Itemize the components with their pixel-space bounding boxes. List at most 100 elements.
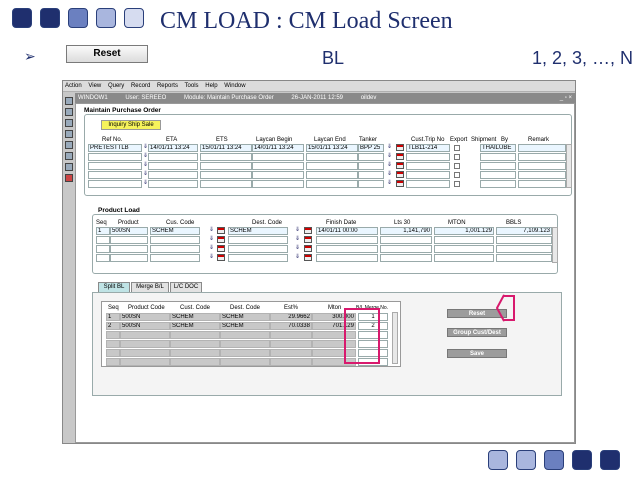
list-of-values-icon[interactable]: ⇓ xyxy=(142,171,149,178)
finish-date-field[interactable] xyxy=(316,254,378,262)
ets-field[interactable] xyxy=(200,171,252,179)
menu-query[interactable]: Query xyxy=(108,83,124,89)
dest-code-field[interactable] xyxy=(220,340,270,348)
bbls-field[interactable] xyxy=(496,236,552,244)
product-code-field[interactable]: 500SN xyxy=(120,313,170,321)
est-pct-field[interactable]: 29.9662 xyxy=(270,313,312,321)
list-of-values-icon[interactable]: ⇓ xyxy=(386,153,393,160)
list-of-values-icon[interactable]: ⇓ xyxy=(386,144,393,151)
menu-action[interactable]: Action xyxy=(65,83,82,89)
calendar-icon[interactable] xyxy=(396,153,404,160)
next-icon[interactable] xyxy=(65,130,73,138)
calendar-icon[interactable] xyxy=(304,236,312,243)
list-of-values-icon[interactable]: ⇓ xyxy=(294,236,301,243)
mton-field[interactable]: 1,001.129 xyxy=(434,227,494,235)
tanker-field[interactable]: BPP 25 xyxy=(358,144,384,152)
by-field[interactable] xyxy=(480,171,516,179)
menu-window[interactable]: Window xyxy=(224,83,245,89)
remark-field[interactable] xyxy=(518,144,566,152)
list-of-values-icon[interactable]: ⇓ xyxy=(142,180,149,187)
export-checkbox[interactable] xyxy=(454,154,460,160)
tab-lc-doc[interactable]: L/C DOC xyxy=(170,282,202,292)
est-pct-field[interactable]: 70.0338 xyxy=(270,322,312,330)
window-controls[interactable]: _ ▫ × xyxy=(560,93,572,103)
product-field[interactable]: 500SN xyxy=(110,227,148,235)
purchase-order-scrollbar[interactable] xyxy=(566,144,572,188)
remark-field[interactable] xyxy=(518,153,566,161)
ref-no-field[interactable] xyxy=(88,180,142,188)
finish-date-field[interactable]: 14/01/11 00:00 xyxy=(316,227,378,235)
split-bl-scrollbar[interactable] xyxy=(392,312,398,364)
laycan-end-field[interactable] xyxy=(306,153,358,161)
laycan-end-field[interactable] xyxy=(306,162,358,170)
mton-field[interactable] xyxy=(434,254,494,262)
cust-trip-no-field[interactable] xyxy=(406,162,450,170)
eta-field[interactable] xyxy=(148,171,198,179)
menu-tools[interactable]: Tools xyxy=(185,83,199,89)
list-of-values-icon[interactable]: ⇓ xyxy=(386,180,393,187)
seq-field[interactable] xyxy=(106,340,120,348)
remark-field[interactable] xyxy=(518,180,566,188)
cus-code-field[interactable] xyxy=(150,245,200,253)
print-icon[interactable] xyxy=(65,108,73,116)
list-of-values-icon[interactable]: ⇓ xyxy=(208,245,215,252)
laycan-begin-field[interactable] xyxy=(252,180,304,188)
cus-code-field[interactable]: SCHEM xyxy=(150,227,200,235)
product-code-field[interactable]: 500SN xyxy=(120,322,170,330)
dest-code-field[interactable] xyxy=(220,358,270,366)
est-pct-field[interactable] xyxy=(270,331,312,339)
product-code-field[interactable] xyxy=(120,340,170,348)
eta-field[interactable] xyxy=(148,162,198,170)
tanker-field[interactable] xyxy=(358,171,384,179)
product-code-field[interactable] xyxy=(120,349,170,357)
insert-icon[interactable] xyxy=(65,152,73,160)
dest-code-field[interactable] xyxy=(228,245,288,253)
ref-no-field[interactable] xyxy=(88,153,142,161)
cust-code-field[interactable]: SCHEM xyxy=(170,322,220,330)
ref-no-field[interactable]: PRETESTTLB xyxy=(88,144,142,152)
laycan-end-field[interactable]: 15/01/11 13:24 xyxy=(306,144,358,152)
ets-field[interactable] xyxy=(200,180,252,188)
product-load-scrollbar[interactable] xyxy=(552,227,558,263)
calendar-icon[interactable] xyxy=(217,254,225,261)
dest-code-field[interactable] xyxy=(228,254,288,262)
list-of-values-icon[interactable]: ⇓ xyxy=(208,227,215,234)
dest-code-field[interactable] xyxy=(220,349,270,357)
bbls-field[interactable] xyxy=(496,254,552,262)
cust-code-field[interactable] xyxy=(170,331,220,339)
tab-merge-bl[interactable]: Merge B/L xyxy=(131,282,169,292)
list-of-values-icon[interactable]: ⇓ xyxy=(142,153,149,160)
cus-code-field[interactable] xyxy=(150,254,200,262)
by-field[interactable] xyxy=(480,162,516,170)
seq-field[interactable] xyxy=(106,358,120,366)
cust-trip-no-field[interactable] xyxy=(406,180,450,188)
seq-field[interactable]: 1 xyxy=(106,313,120,321)
cust-code-field[interactable] xyxy=(170,349,220,357)
product-code-field[interactable] xyxy=(120,358,170,366)
group-cust-dest-button[interactable]: Group Cust/Dest xyxy=(447,328,507,337)
list-of-values-icon[interactable]: ⇓ xyxy=(142,162,149,169)
seq-field[interactable] xyxy=(96,245,110,253)
by-field[interactable] xyxy=(480,153,516,161)
calendar-icon[interactable] xyxy=(304,254,312,261)
export-checkbox[interactable] xyxy=(454,145,460,151)
list-of-values-icon[interactable]: ⇓ xyxy=(294,254,301,261)
dest-code-field[interactable]: SCHEM xyxy=(220,313,270,321)
calendar-icon[interactable] xyxy=(396,144,404,151)
list-of-values-icon[interactable]: ⇓ xyxy=(294,227,301,234)
calendar-icon[interactable] xyxy=(396,171,404,178)
product-field[interactable] xyxy=(110,245,148,253)
dest-code-field[interactable] xyxy=(220,331,270,339)
menu-view[interactable]: View xyxy=(88,83,101,89)
seq-field[interactable] xyxy=(96,236,110,244)
product-code-field[interactable] xyxy=(120,331,170,339)
by-field[interactable] xyxy=(480,180,516,188)
tanker-field[interactable] xyxy=(358,153,384,161)
delete-icon[interactable] xyxy=(65,163,73,171)
lts30-field[interactable] xyxy=(380,245,432,253)
menu-help[interactable]: Help xyxy=(205,83,217,89)
laycan-begin-field[interactable] xyxy=(252,162,304,170)
ets-field[interactable] xyxy=(200,162,252,170)
finish-date-field[interactable] xyxy=(316,245,378,253)
est-pct-field[interactable] xyxy=(270,340,312,348)
